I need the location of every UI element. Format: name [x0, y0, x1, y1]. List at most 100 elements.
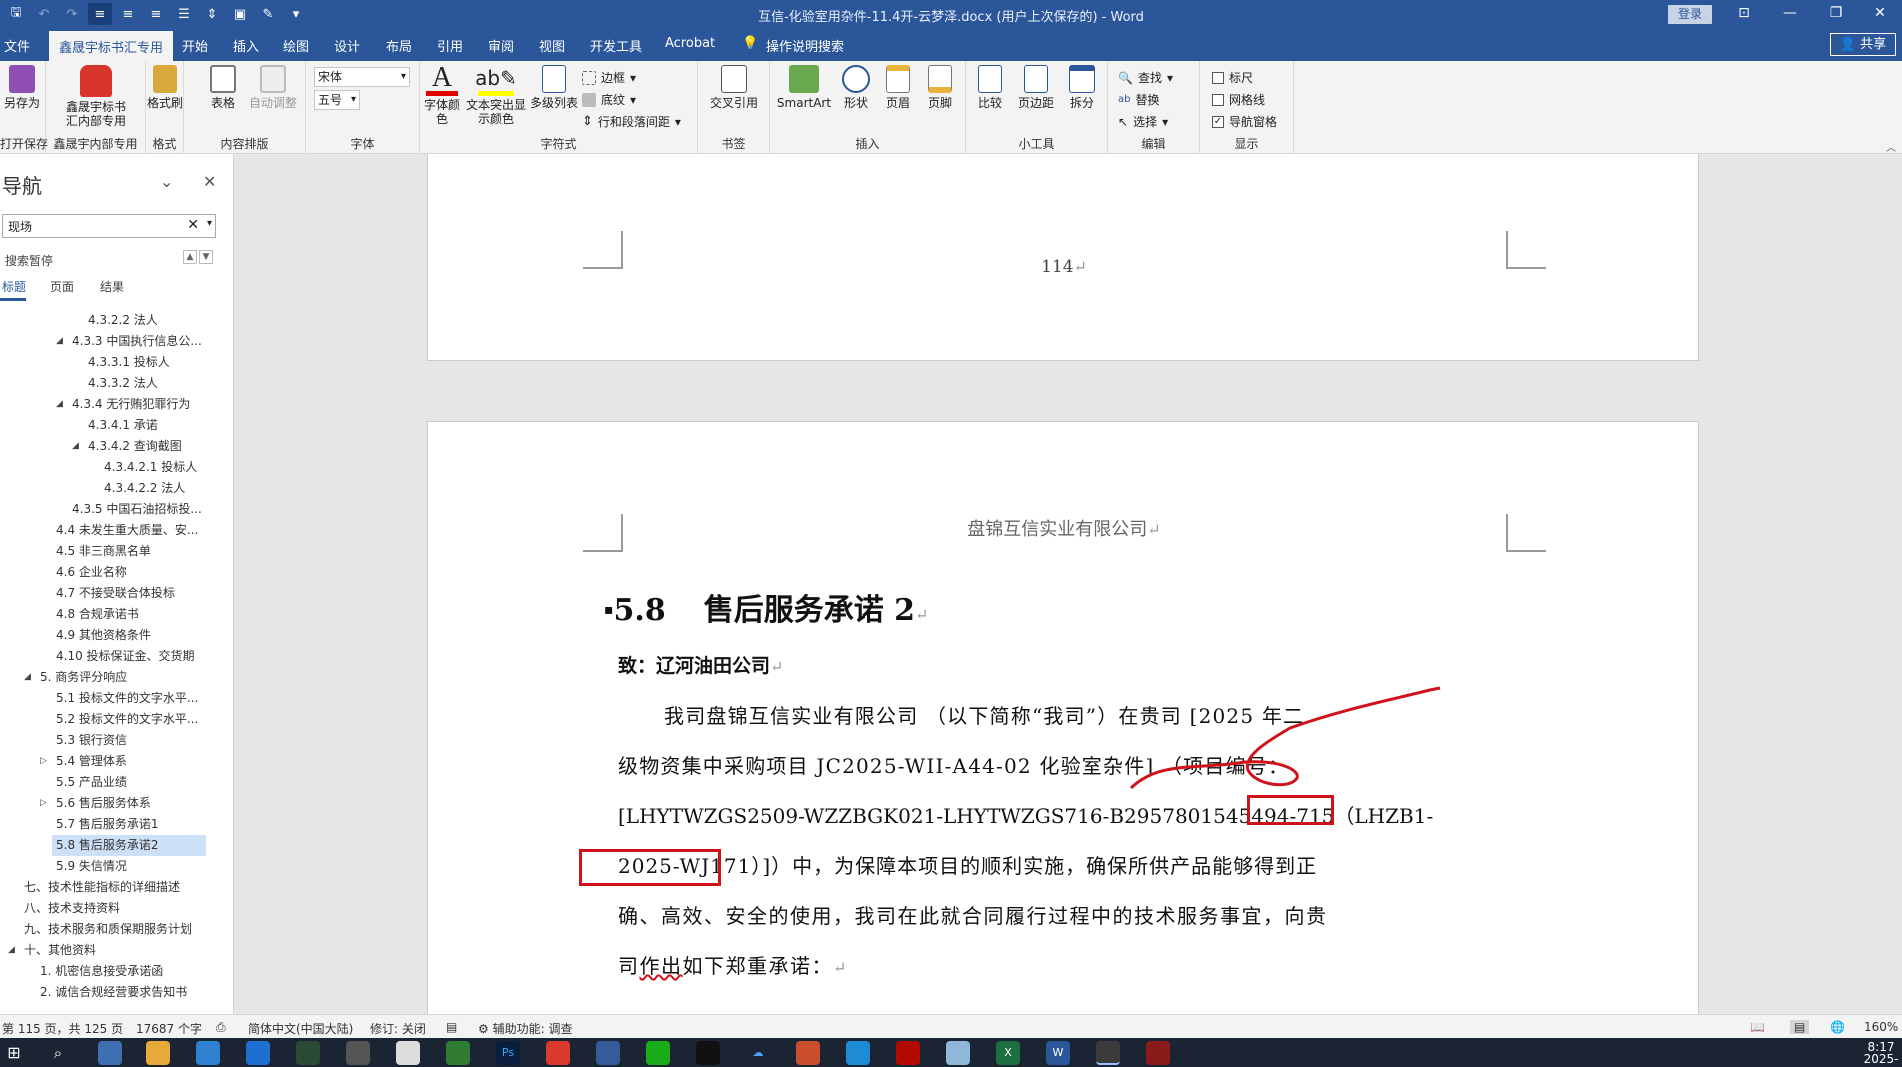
excel-icon[interactable]: X	[996, 1041, 1020, 1065]
app-icon-14[interactable]	[1146, 1041, 1170, 1065]
nav-heading-item[interactable]: 4.3.5 中国石油招标投...	[68, 499, 226, 520]
nav-heading-item[interactable]: 5.9 失信情况	[52, 856, 226, 877]
app-icon-10[interactable]	[796, 1041, 820, 1065]
nav-heading-item[interactable]: 2. 诚信合规经营要求告知书	[36, 982, 226, 1003]
nav-close-icon[interactable]: ✕	[203, 172, 216, 191]
nav-heading-item[interactable]: 4.7 不接受联合体投标	[52, 583, 226, 604]
nav-heading-item[interactable]: ▷ 5.4 管理体系	[40, 751, 226, 772]
tab-custom[interactable]: 鑫晟宇标书汇专用	[49, 31, 174, 61]
tab-review[interactable]: 审阅	[488, 36, 514, 55]
nav-heading-item[interactable]: 4.4 未发生重大质量、安...	[52, 520, 226, 541]
qq-icon[interactable]	[696, 1041, 720, 1065]
search-options-icon[interactable]: ▾	[207, 218, 212, 229]
system-clock[interactable]: 8:17 2025-10-31	[1860, 1040, 1902, 1067]
print-layout-icon[interactable]: ▤	[1790, 1020, 1810, 1034]
accessibility-status[interactable]: ⚙ 辅助功能: 调查	[478, 1020, 572, 1037]
collapse-icon[interactable]: ◢	[8, 940, 15, 961]
next-result-icon[interactable]: ▼	[199, 250, 213, 264]
macro-icon[interactable]: ▤	[446, 1020, 457, 1034]
nav-heading-item[interactable]: 5.8 售后服务承诺2	[52, 835, 206, 856]
collapse-icon[interactable]: ◢	[72, 436, 79, 457]
collapse-icon[interactable]: ◢	[24, 667, 31, 688]
tab-home[interactable]: 开始	[182, 36, 208, 55]
language[interactable]: 简体中文(中国大陆)	[248, 1020, 353, 1037]
share-button[interactable]: 👤 共享	[1830, 33, 1896, 56]
nav-heading-item[interactable]: 4.6 企业名称	[52, 562, 226, 583]
app-icon-5[interactable]	[396, 1041, 420, 1065]
nav-heading-item[interactable]: ▷ 5.6 售后服务体系	[40, 793, 226, 814]
nav-heading-item[interactable]: ◢ 4.3.3 中国执行信息公...	[56, 331, 226, 352]
app-icon-1[interactable]	[196, 1041, 220, 1065]
web-layout-icon[interactable]: 🌐	[1830, 1020, 1845, 1034]
search-icon[interactable]: ⌕	[46, 1041, 70, 1065]
app-icon-11[interactable]	[846, 1041, 870, 1065]
tab-file[interactable]: 文件	[4, 36, 30, 55]
tab-design[interactable]: 设计	[334, 36, 360, 55]
nav-heading-item[interactable]: 4.5 非三商黑名单	[52, 541, 226, 562]
nav-heading-item[interactable]: 九、技术服务和质保期服务计划	[20, 919, 226, 940]
save-as-button[interactable]: 另存为	[2, 65, 42, 110]
line-spacing-button[interactable]: ⇕ 行和段落间距 ▾	[582, 113, 681, 130]
zoom-level[interactable]: 160%	[1864, 1020, 1898, 1034]
replace-button[interactable]: ab 替换	[1118, 91, 1160, 108]
nav-options-icon[interactable]: ⌄	[160, 172, 173, 191]
shading-button[interactable]: 底纹 ▾	[582, 91, 636, 108]
restore-button[interactable]: ❐	[1814, 2, 1858, 24]
tell-me-search[interactable]: 操作说明搜索	[766, 36, 844, 55]
nav-heading-item[interactable]: 七、技术性能指标的详细描述	[20, 877, 226, 898]
clear-search-icon[interactable]: ✕	[187, 217, 199, 233]
collapse-ribbon-icon[interactable]: ︿	[1886, 139, 1896, 154]
nav-heading-item[interactable]: 5.2 投标文件的文字水平...	[52, 709, 226, 730]
nav-heading-item[interactable]: 4.3.2.2 法人	[84, 310, 226, 331]
nav-heading-item[interactable]: 4.3.4.2.2 法人	[100, 478, 226, 499]
tab-acrobat[interactable]: Acrobat	[665, 36, 715, 51]
nav-heading-item[interactable]: 5.7 售后服务承诺1	[52, 814, 226, 835]
app-icon-4[interactable]	[346, 1041, 370, 1065]
app-icon-6[interactable]	[446, 1041, 470, 1065]
nav-heading-item[interactable]: 4.3.3.1 投标人	[84, 352, 226, 373]
nav-heading-item[interactable]: 5.1 投标文件的文字水平...	[52, 688, 226, 709]
shapes-button[interactable]: 形状	[836, 65, 876, 110]
ruler-checkbox[interactable]: 标尺	[1212, 69, 1253, 86]
gridlines-checkbox[interactable]: 网格线	[1212, 91, 1265, 108]
auto-adjust-button[interactable]: 自动调整	[248, 65, 298, 110]
tab-insert[interactable]: 插入	[233, 36, 259, 55]
format-painter-button[interactable]: 格式刷	[146, 65, 184, 110]
table-button[interactable]: 表格	[208, 65, 238, 110]
app-icon-2[interactable]	[246, 1041, 270, 1065]
login-button[interactable]: 登录	[1668, 5, 1712, 24]
font-name-select[interactable]: 宋体	[314, 67, 410, 87]
select-button[interactable]: ↖ 选择 ▾	[1118, 113, 1168, 130]
expand-icon[interactable]: ▷	[40, 751, 47, 772]
find-button[interactable]: 🔍 查找 ▾	[1118, 69, 1173, 86]
nav-heading-item[interactable]: 4.8 合规承诺书	[52, 604, 226, 625]
file-explorer-icon[interactable]	[146, 1041, 170, 1065]
cross-ref-button[interactable]: 交叉引用	[704, 65, 764, 110]
ruler-check[interactable]	[1212, 71, 1224, 84]
nav-tab-headings[interactable]: 标题	[2, 278, 26, 295]
nav-tab-pages[interactable]: 页面	[50, 278, 74, 295]
windows-start-icon[interactable]: ⊞	[2, 1041, 26, 1065]
nav-heading-item[interactable]: 1. 机密信息接受承诺函	[36, 961, 226, 982]
lightbulb-icon[interactable]: 💡	[742, 36, 758, 51]
nav-heading-item[interactable]: 4.10 投标保证金、交货期	[52, 646, 226, 667]
margins-button[interactable]: 页边距	[1014, 65, 1058, 110]
app-icon-13[interactable]	[1096, 1041, 1120, 1065]
collapse-icon[interactable]: ◢	[56, 394, 63, 415]
nav-heading-item[interactable]: ◢ 5. 商务评分响应	[24, 667, 226, 688]
expand-icon[interactable]: ▷	[40, 793, 47, 814]
nav-heading-item[interactable]: 4.3.4.1 承诺	[84, 415, 226, 436]
ribbon-display-icon[interactable]: ⊡	[1722, 2, 1766, 24]
font-size-select[interactable]: 五号	[314, 90, 360, 110]
nav-heading-item[interactable]: 4.3.3.2 法人	[84, 373, 226, 394]
close-button[interactable]: ✕	[1858, 2, 1902, 24]
tab-references[interactable]: 引用	[437, 36, 463, 55]
app-icon-3[interactable]	[296, 1041, 320, 1065]
highlight-button[interactable]: ab✎ 文本突出显 示颜色	[464, 65, 528, 126]
nav-heading-item[interactable]: ◢ 4.3.4 无行贿犯罪行为	[56, 394, 226, 415]
split-button[interactable]: 拆分	[1062, 65, 1102, 110]
nav-pane-check[interactable]: ✓	[1212, 115, 1224, 128]
acrobat-icon[interactable]	[896, 1041, 920, 1065]
nav-tab-results[interactable]: 结果	[100, 278, 124, 295]
minimize-button[interactable]: —	[1768, 2, 1812, 24]
